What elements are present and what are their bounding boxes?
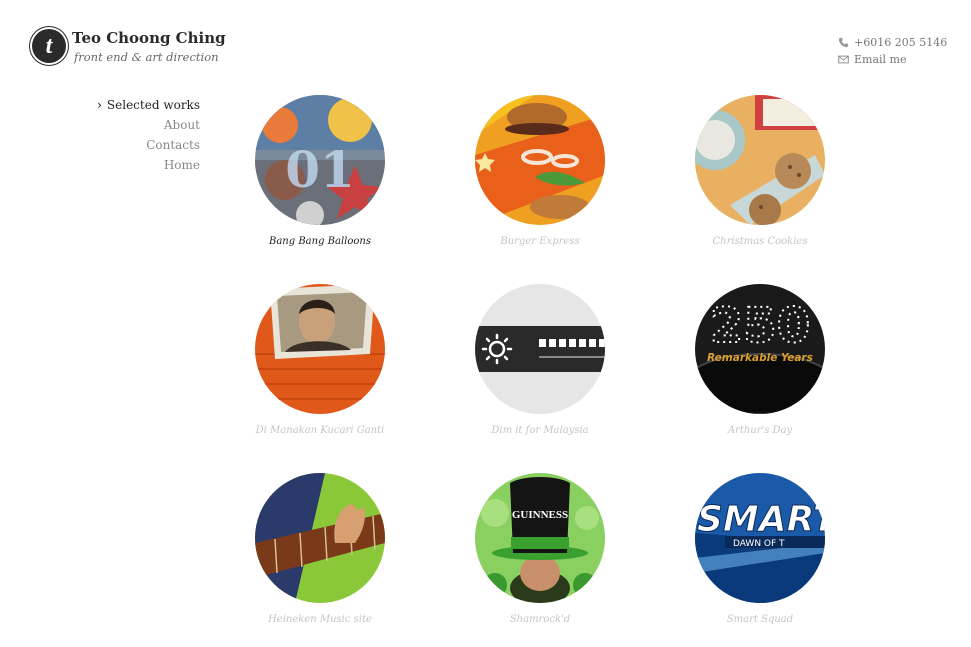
work-thumbnail[interactable] (255, 473, 385, 603)
arthurs-day-number: 250 (710, 298, 810, 354)
shamrock-illustration-icon: GUINNESS (475, 473, 605, 603)
cookies-illustration-icon (695, 95, 825, 225)
nav-item-label: Home (163, 158, 200, 172)
arthurs-day-illustration-icon: 250 Remarkable Years (695, 284, 825, 414)
work-title[interactable]: Shamrock'd (460, 614, 620, 625)
nav-item-about[interactable]: About (100, 115, 200, 135)
site-tagline: front end & art direction (74, 50, 219, 64)
work-item-dim-it-for-malaysia[interactable]: Dim it for Malaysia (460, 284, 620, 436)
work-title[interactable]: Burger Express (460, 236, 620, 247)
nav-item-label: About (163, 118, 200, 132)
work-title[interactable]: Di Manakan Kucari Ganti (240, 425, 400, 436)
work-thumbnail[interactable]: 01 (255, 95, 385, 225)
guinness-label: GUINNESS (512, 509, 568, 521)
work-thumbnail[interactable]: 250 Remarkable Years (695, 284, 825, 414)
smart-logo-text: SMART (697, 499, 825, 540)
smart-squad-illustration-icon: SMART DAWN OF T (695, 473, 825, 603)
smart-subtitle: DAWN OF T (733, 539, 785, 549)
balloons-number: 01 (285, 140, 355, 199)
arthurs-day-subtitle: Remarkable Years (707, 352, 813, 364)
nav-item-label: Selected works (106, 98, 200, 112)
work-thumbnail[interactable]: GUINNESS (475, 473, 605, 603)
work-item-heineken-music-site[interactable]: Heineken Music site (240, 473, 400, 625)
work-thumbnail[interactable] (475, 284, 605, 414)
nav-item-selected-works[interactable]: › Selected works (97, 95, 200, 115)
work-thumbnail[interactable] (475, 95, 605, 225)
guitar-illustration-icon (255, 473, 385, 603)
contact-block: +6016 205 5146 Email me (838, 34, 968, 68)
work-title[interactable]: Heineken Music site (240, 614, 400, 625)
email-label: Email me (854, 52, 907, 66)
logo-icon[interactable]: t (32, 29, 66, 63)
logo-letter: t (45, 33, 53, 59)
work-thumbnail[interactable] (695, 95, 825, 225)
work-title[interactable]: Christmas Cookies (680, 236, 840, 247)
portrait-illustration-icon (255, 284, 385, 414)
work-thumbnail[interactable]: SMART DAWN OF T (695, 473, 825, 603)
work-title[interactable]: Arthur's Day (680, 425, 840, 436)
work-thumbnail[interactable] (255, 284, 385, 414)
main-nav: › Selected works About Contacts Home (97, 95, 200, 175)
work-item-shamrockd[interactable]: GUINNESS Shamrock'd (460, 473, 620, 625)
envelope-icon (838, 55, 849, 63)
burger-illustration-icon (475, 95, 605, 225)
work-item-smart-squad[interactable]: SMART DAWN OF T Smart Squad (680, 473, 840, 625)
work-item-burger-express[interactable]: Burger Express (460, 95, 620, 247)
phone-link[interactable]: +6016 205 5146 (838, 34, 968, 50)
nav-item-home[interactable]: Home (100, 155, 200, 175)
work-item-bang-bang-balloons[interactable]: 01 Bang Bang Balloons (240, 95, 400, 247)
balloons-illustration-icon: 01 (255, 95, 385, 225)
dimmer-illustration-icon (475, 284, 605, 414)
work-title[interactable]: Bang Bang Balloons (240, 236, 400, 247)
work-item-christmas-cookies[interactable]: Christmas Cookies (680, 95, 840, 247)
work-title[interactable]: Dim it for Malaysia (460, 425, 620, 436)
phone-icon (838, 37, 849, 47)
chevron-right-icon: › (97, 98, 102, 112)
email-link[interactable]: Email me (838, 51, 968, 67)
site-title[interactable]: Teo Choong Ching (72, 29, 226, 47)
nav-item-contacts[interactable]: Contacts (100, 135, 200, 155)
work-title[interactable]: Smart Squad (680, 614, 840, 625)
phone-number: +6016 205 5146 (854, 35, 948, 49)
work-item-arthurs-day[interactable]: 250 Remarkable Years Arthur's Day (680, 284, 840, 436)
nav-item-label: Contacts (146, 138, 200, 152)
work-item-di-manakan-kucari-ganti[interactable]: Di Manakan Kucari Ganti (240, 284, 400, 436)
